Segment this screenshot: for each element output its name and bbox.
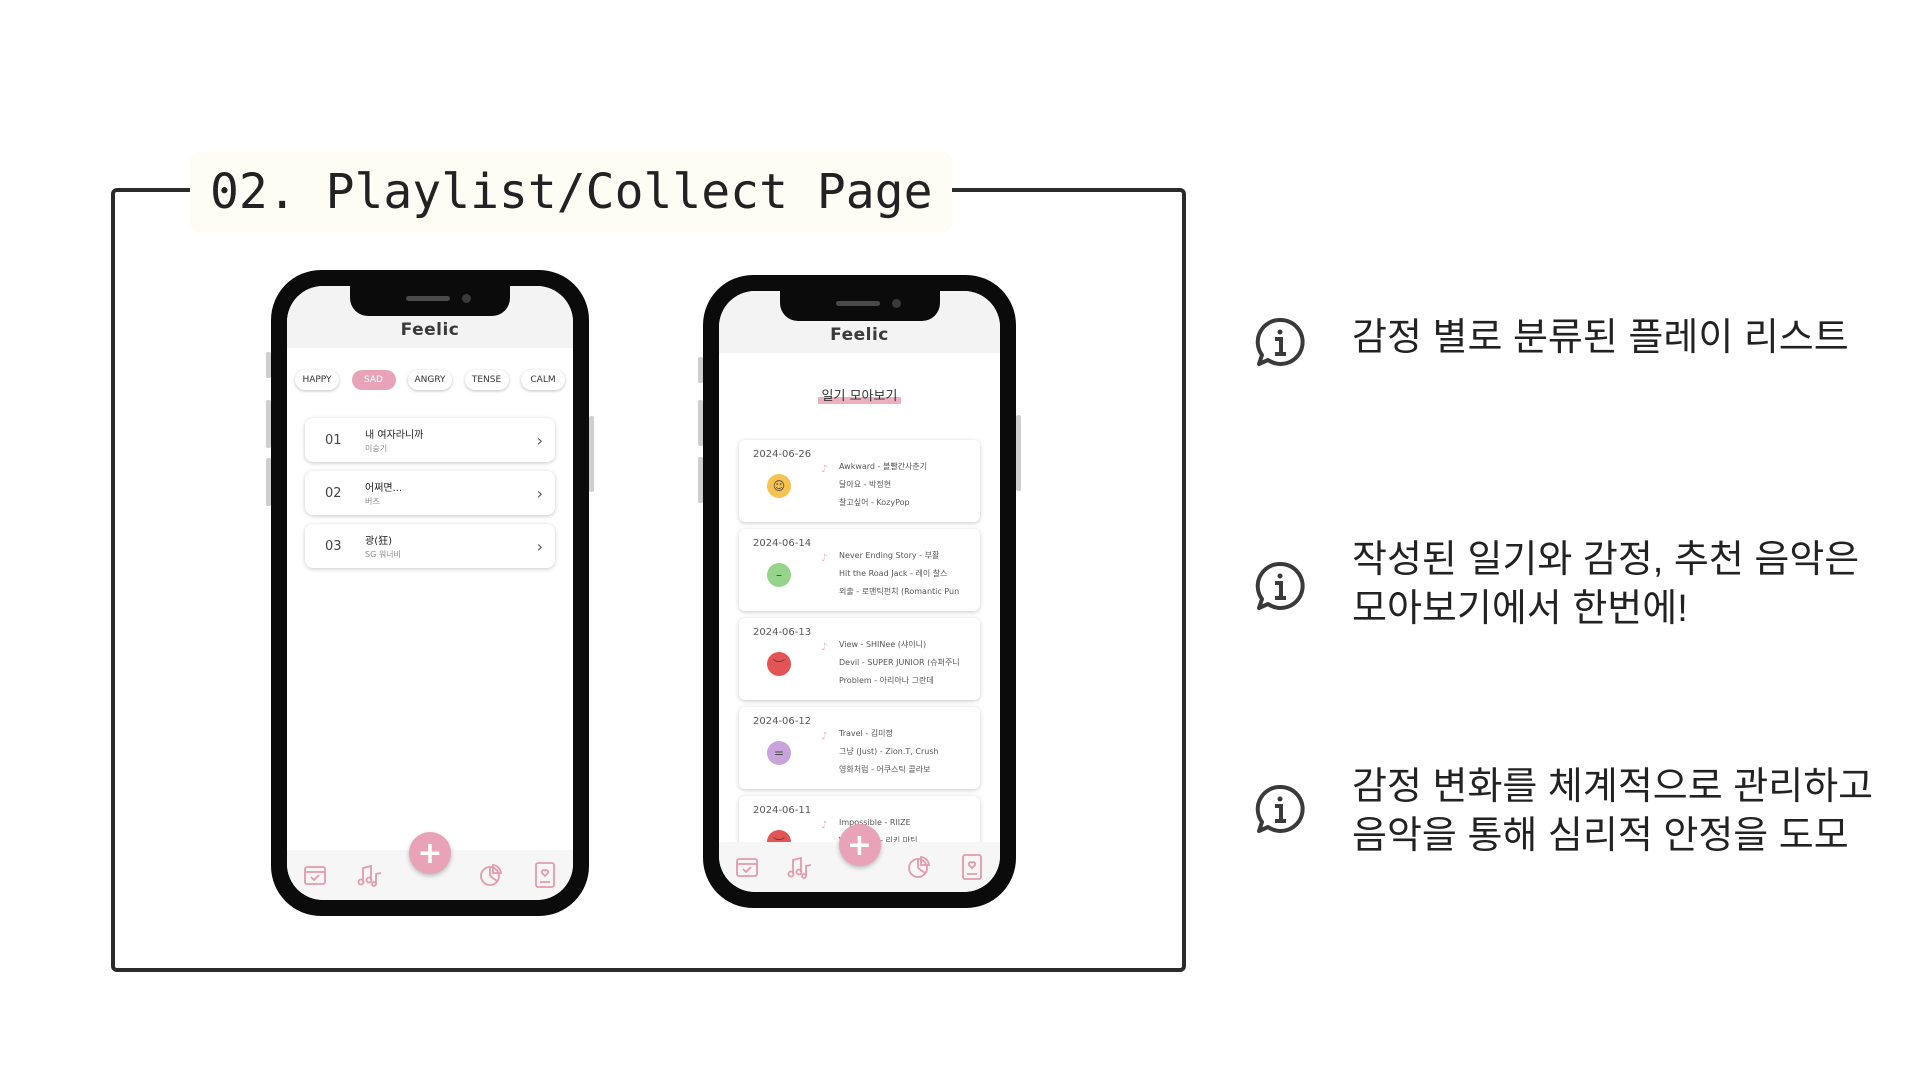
info-point: 작성된 일기와 감정, 추천 음악은 모아보기에서 한번에!: [1252, 539, 1859, 630]
neutral-face-icon: –: [767, 563, 791, 587]
song-number: 03: [325, 538, 342, 554]
happy-face-icon: ☺: [767, 474, 791, 498]
collect-phone-mockup: Feelic 일기 모아보기 2024-06-26 ☺ ♪ Awkward - …: [698, 275, 1021, 908]
diary-book-icon[interactable]: [531, 861, 559, 889]
phone-notch: [779, 291, 940, 321]
collect-page-title: 일기 모아보기: [719, 385, 1000, 404]
diary-date: 2024-06-26: [753, 449, 812, 460]
info-point: 감정 변화를 체계적으로 관리하고 음악을 통해 심리적 안정을 도모: [1252, 766, 1873, 857]
chevron-right-icon[interactable]: ›: [537, 537, 543, 556]
section-title: 02. Playlist/Collect Page: [190, 152, 953, 232]
chevron-right-icon[interactable]: ›: [537, 484, 543, 503]
diary-card[interactable]: 2024-06-12 = ♪ Travel - 김미정 그냥 (Just) - Z…: [739, 707, 980, 789]
song-recommendations: Never Ending Story - 부활 Hit the Road Jack…: [839, 551, 960, 596]
song-recommendations: View - SHINee (샤이니) Devil - SUPER JUNIOR …: [839, 640, 960, 685]
tab-angry[interactable]: ANGRY: [408, 370, 452, 390]
playlist-screen: Feelic HAPPY SAD ANGRY TENSE CALM 01 내 여…: [287, 286, 573, 900]
add-diary-button[interactable]: +: [838, 824, 881, 866]
music-note-icon: ♪: [821, 464, 828, 475]
info-speech-bubble-icon: [1255, 561, 1305, 610]
diary-card-list: 2024-06-26 ☺ ♪ Awkward - 볼빨간사춘기 달아요 - 박정현…: [739, 440, 980, 878]
song-number: 02: [325, 485, 342, 501]
info-point: 감정 별로 분류된 플레이 리스트: [1252, 314, 1849, 370]
app-logo: Feelic: [830, 325, 889, 345]
tab-calm[interactable]: CALM: [521, 370, 565, 390]
angry-face-icon: ︶: [767, 652, 791, 676]
phone-notch: [350, 286, 510, 316]
pie-chart-icon[interactable]: [905, 853, 933, 881]
info-text: 감정 별로 분류된 플레이 리스트: [1352, 317, 1849, 359]
song-title: 광(狂): [365, 536, 393, 547]
song-artist: 버즈: [365, 497, 380, 506]
tense-face-icon: =: [767, 741, 791, 765]
info-text: 작성된 일기와 감정, 추천 음악은 모아보기에서 한번에!: [1352, 539, 1860, 630]
tab-sad[interactable]: SAD: [351, 370, 396, 390]
tab-happy[interactable]: HAPPY: [295, 370, 339, 390]
song-recommendations: Travel - 김미정 그냥 (Just) - Zion.T, Crush 영화처…: [839, 729, 939, 774]
chevron-right-icon[interactable]: ›: [537, 431, 543, 450]
diary-date: 2024-06-14: [753, 538, 812, 549]
diary-date: 2024-06-13: [753, 627, 812, 638]
info-speech-bubble-icon: [1255, 317, 1305, 366]
song-artist: SG 워너비: [365, 550, 401, 559]
music-note-icon[interactable]: [356, 861, 384, 889]
music-note-icon: ♪: [821, 553, 828, 564]
info-text: 감정 변화를 체계적으로 관리하고 음악을 통해 심리적 안정을 도모: [1352, 766, 1874, 857]
song-row[interactable]: 02 어쩌면... 버즈 ›: [305, 471, 555, 515]
app-logo: Feelic: [400, 320, 460, 340]
diary-book-icon[interactable]: [958, 853, 986, 881]
music-note-icon[interactable]: [786, 853, 814, 881]
music-note-icon: ♪: [821, 820, 828, 831]
collect-screen: Feelic 일기 모아보기 2024-06-26 ☺ ♪ Awkward - …: [719, 291, 1000, 892]
song-row[interactable]: 03 광(狂) SG 워너비 ›: [305, 524, 555, 568]
diary-card[interactable]: 2024-06-14 – ♪ Never Ending Story - 부활 Hi…: [739, 529, 980, 611]
song-artist: 이승기: [365, 444, 388, 453]
song-number: 01: [325, 432, 342, 448]
add-diary-button[interactable]: +: [409, 832, 451, 874]
song-row[interactable]: 01 내 여자라니까이승기 ›: [305, 418, 555, 462]
song-recommendations: Awkward - 볼빨간사춘기 달아요 - 박정현 찰고싶어 - KozyPop: [839, 462, 928, 507]
tab-tense[interactable]: TENSE: [464, 370, 509, 390]
diary-card[interactable]: 2024-06-13 ︶ ♪ View - SHINee (샤이니) Devil …: [739, 618, 980, 700]
song-title: 어쩌면...: [365, 483, 403, 494]
diary-date: 2024-06-12: [753, 716, 812, 727]
song-title: 내 여자라니까: [365, 430, 424, 441]
playlist-phone-mockup: Feelic HAPPY SAD ANGRY TENSE CALM 01 내 여…: [266, 270, 594, 916]
music-note-icon: ♪: [821, 642, 828, 653]
music-note-icon: ♪: [821, 731, 828, 742]
calendar-icon[interactable]: [733, 853, 761, 881]
diary-card[interactable]: 2024-06-26 ☺ ♪ Awkward - 볼빨간사춘기 달아요 - 박정현…: [739, 440, 980, 522]
pie-chart-icon[interactable]: [477, 861, 505, 889]
emotion-tabs: HAPPY SAD ANGRY TENSE CALM: [287, 370, 573, 390]
song-list: 01 내 여자라니까이승기 › 02 어쩌면... 버즈 › 03 광(狂) SG …: [305, 418, 555, 568]
info-speech-bubble-icon: [1255, 784, 1305, 833]
calendar-icon[interactable]: [301, 861, 329, 889]
diary-date: 2024-06-11: [753, 805, 812, 816]
